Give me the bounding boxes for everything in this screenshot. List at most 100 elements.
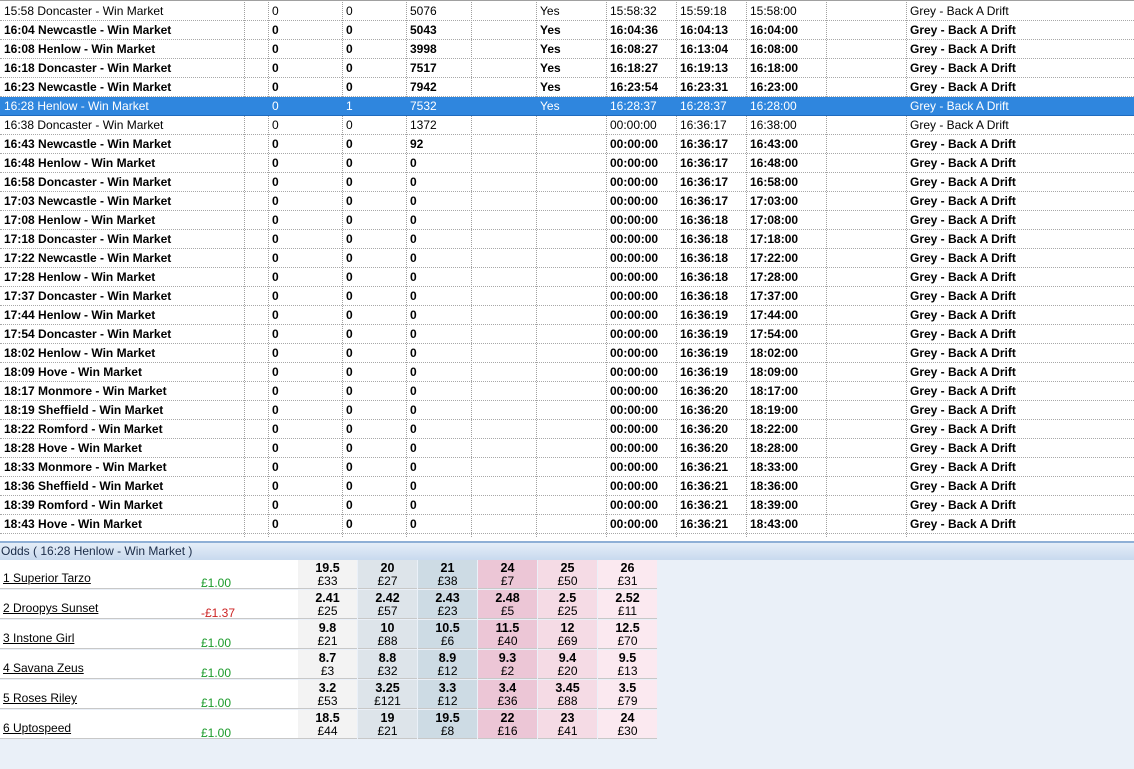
market-row[interactable]: 18:36 Sheffield - Win Market 0 0 0 00:00:00 1… (0, 477, 1134, 496)
price-stake: £53 (317, 694, 338, 708)
market-cell-e: Yes (540, 61, 561, 75)
back-price-button[interactable]: 20 £27 (358, 560, 417, 589)
runner-name-link[interactable]: 1 Superior Tarzo (3, 571, 91, 585)
runner-profit-loss: £1.00 (201, 576, 232, 590)
market-row[interactable]: 17:44 Henlow - Win Market 0 0 0 00:00:00 16:3… (0, 306, 1134, 325)
market-row[interactable]: 16:58 Doncaster - Win Market 0 0 0 00:00:00 1… (0, 173, 1134, 192)
lay-price-button[interactable]: 25 £50 (538, 560, 597, 589)
back-price-button[interactable]: 19 £21 (358, 710, 417, 739)
market-cell-h: 16:28:00 (750, 99, 797, 113)
back-price-button[interactable]: 2.42 £57 (358, 590, 417, 619)
market-row[interactable]: 18:02 Henlow - Win Market 0 0 0 00:00:00 16:3… (0, 344, 1134, 363)
market-cell-d (471, 401, 536, 419)
runner-row: 4 Savana Zeus £1.00 8.7 £3 8.8 £32 8.9 £12 9.3 £2… (0, 650, 658, 680)
market-row[interactable]: 16:38 Doncaster - Win Market 0 0 1372 00:00:… (0, 116, 1134, 135)
market-cell-i (826, 496, 906, 514)
market-row[interactable]: 17:22 Newcastle - Win Market 0 0 0 00:00:00 1… (0, 249, 1134, 268)
lay-price-button[interactable]: 2.48 £5 (478, 590, 537, 619)
lay-price-button[interactable]: 9.3 £2 (478, 650, 537, 679)
market-cell-e (536, 135, 606, 153)
back-price-button[interactable]: 8.9 £12 (418, 650, 477, 679)
market-cell-b: 0 (346, 365, 353, 379)
back-price-button[interactable]: 18.5 £44 (298, 710, 357, 739)
market-row[interactable]: 18:09 Hove - Win Market 0 0 0 00:00:00 16:36:… (0, 363, 1134, 382)
market-row[interactable]: 16:43 Newcastle - Win Market 0 0 92 00:00:00… (0, 135, 1134, 154)
lay-price-button[interactable]: 12.5 £70 (598, 620, 657, 649)
lay-price-button[interactable]: 3.45 £88 (538, 680, 597, 709)
market-row[interactable]: 17:18 Doncaster - Win Market 0 0 0 00:00:00 1… (0, 230, 1134, 249)
back-price-button[interactable]: 19.5 £33 (298, 560, 357, 589)
lay-price-button[interactable]: 11.5 £40 (478, 620, 537, 649)
lay-price-button[interactable]: 12 £69 (538, 620, 597, 649)
market-row[interactable]: 17:03 Newcastle - Win Market 0 0 0 00:00:00 1… (0, 192, 1134, 211)
lay-price-button[interactable]: 9.4 £20 (538, 650, 597, 679)
back-price-button[interactable]: 3.25 £121 (358, 680, 417, 709)
market-cell-i (826, 363, 906, 381)
market-row[interactable]: 16:23 Newcastle - Win Market 0 0 7942 Yes 16:… (0, 78, 1134, 97)
market-row-selected[interactable]: 16:28 Henlow - Win Market 0 1 7532 Yes 16:28:… (0, 97, 1134, 116)
market-row[interactable]: 17:28 Henlow - Win Market 0 0 0 00:00:00 16:3… (0, 268, 1134, 287)
back-price-button[interactable]: 8.7 £3 (298, 650, 357, 679)
markets-grid[interactable]: 15:58 Doncaster - Win Market 0 0 5076 Yes 15:… (0, 0, 1134, 541)
market-cell-d (471, 420, 536, 438)
market-row[interactable]: 17:37 Doncaster - Win Market 0 0 0 00:00:00 1… (0, 287, 1134, 306)
back-price-button[interactable]: 8.8 £32 (358, 650, 417, 679)
price-odds: 19.5 (435, 711, 460, 725)
lay-price-button[interactable]: 2.5 £25 (538, 590, 597, 619)
market-row[interactable]: 17:54 Doncaster - Win Market 0 0 0 00:00:00 1… (0, 325, 1134, 344)
lay-price-button[interactable]: 24 £7 (478, 560, 537, 589)
price-odds: 9.8 (318, 621, 337, 635)
market-row[interactable]: 18:17 Monmore - Win Market 0 0 0 00:00:00 16:… (0, 382, 1134, 401)
market-row[interactable]: 16:04 Newcastle - Win Market 0 0 5043 Yes 16:… (0, 21, 1134, 40)
market-row[interactable]: 18:28 Hove - Win Market 0 0 0 00:00:00 16:36:… (0, 439, 1134, 458)
back-price-button[interactable]: 9.8 £21 (298, 620, 357, 649)
runner-name-link[interactable]: 3 Instone Girl (3, 631, 74, 645)
market-cell-e: Yes (540, 4, 560, 18)
back-price-button[interactable]: 2.41 £25 (298, 590, 357, 619)
market-cell-d (471, 477, 536, 495)
market-cell-c: 3998 (410, 42, 437, 56)
market-cell-h: 16:08:00 (750, 42, 799, 56)
price-odds: 22 (500, 711, 515, 725)
back-price-button[interactable]: 21 £38 (418, 560, 477, 589)
runner-name-link[interactable]: 4 Savana Zeus (3, 661, 84, 675)
lay-price-button[interactable]: 2.52 £11 (598, 590, 657, 619)
runner-name-link[interactable]: 5 Roses Riley (3, 691, 77, 705)
lay-price-button[interactable]: 23 £41 (538, 710, 597, 739)
back-price-button[interactable]: 10.5 £6 (418, 620, 477, 649)
market-row[interactable]: 18:33 Monmore - Win Market 0 0 0 00:00:00 16:… (0, 458, 1134, 477)
market-row[interactable]: 17:08 Henlow - Win Market 0 0 0 00:00:00 16:3… (0, 211, 1134, 230)
market-row[interactable]: 18:19 Sheffield - Win Market 0 0 0 00:00:00 1… (0, 401, 1134, 420)
market-cell-a: 0 (272, 137, 279, 151)
back-price-button[interactable]: 2.43 £23 (418, 590, 477, 619)
market-row[interactable]: 16:48 Henlow - Win Market 0 0 0 00:00:00 16:3… (0, 154, 1134, 173)
lay-price-button[interactable]: 26 £31 (598, 560, 657, 589)
market-cell-c: 92 (410, 137, 424, 151)
back-price-button[interactable]: 3.3 £12 (418, 680, 477, 709)
market-cell-c: 5076 (410, 4, 437, 18)
runner-name-link[interactable]: 6 Uptospeed (3, 721, 71, 735)
market-cell-d (471, 515, 536, 533)
market-cell-g: 16:36:17 (680, 137, 729, 151)
market-row[interactable]: 16:18 Doncaster - Win Market 0 0 7517 Yes 16:… (0, 59, 1134, 78)
lay-price-button[interactable]: 9.5 £13 (598, 650, 657, 679)
market-cell-c: 0 (410, 365, 417, 379)
lay-price-button[interactable]: 3.5 £79 (598, 680, 657, 709)
market-row[interactable]: 18:22 Romford - Win Market 0 0 0 00:00:00 16:… (0, 420, 1134, 439)
market-row[interactable]: 15:58 Doncaster - Win Market 0 0 5076 Yes 15:… (0, 2, 1134, 21)
market-cell-f: 00:00:00 (610, 232, 659, 246)
back-price-button[interactable]: 3.2 £53 (298, 680, 357, 709)
lay-price-button[interactable]: 24 £30 (598, 710, 657, 739)
back-price-button[interactable]: 19.5 £8 (418, 710, 477, 739)
market-cell-d (471, 2, 536, 20)
runner-name-link[interactable]: 2 Droopys Sunset (3, 601, 98, 615)
market-cell-i (826, 420, 906, 438)
market-cell-a: 0 (272, 308, 279, 322)
back-price-button[interactable]: 10 £88 (358, 620, 417, 649)
market-row[interactable]: 18:39 Romford - Win Market 0 0 0 00:00:00 16:… (0, 496, 1134, 515)
market-cell-d (471, 59, 536, 77)
market-row[interactable]: 18:43 Hove - Win Market 0 0 0 00:00:00 16:36:… (0, 515, 1134, 534)
market-row[interactable]: 16:08 Henlow - Win Market 0 0 3998 Yes 16:08:… (0, 40, 1134, 59)
lay-price-button[interactable]: 3.4 £36 (478, 680, 537, 709)
lay-price-button[interactable]: 22 £16 (478, 710, 537, 739)
